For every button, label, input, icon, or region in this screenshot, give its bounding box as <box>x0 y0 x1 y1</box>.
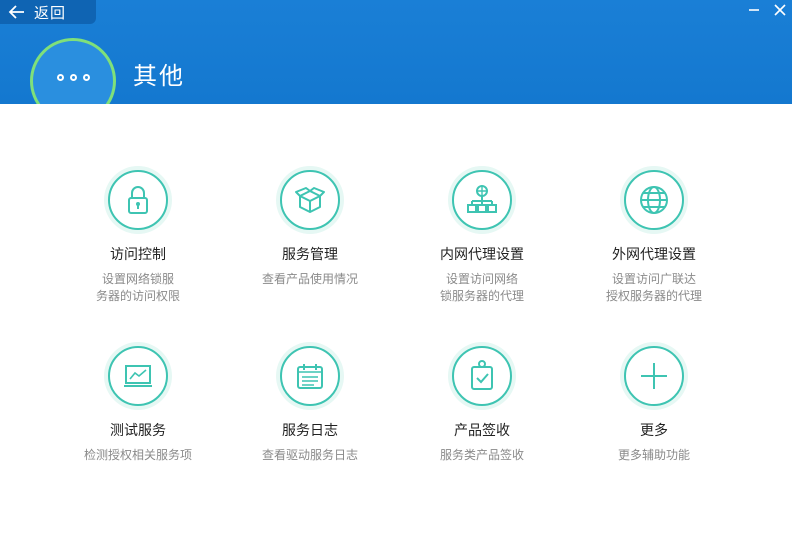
calendar-log-icon <box>297 364 323 389</box>
tile-name: 服务日志 <box>282 423 338 439</box>
tile-desc: 检测授权相关服务项 <box>83 448 192 462</box>
network-tree-icon <box>467 185 497 213</box>
page-title: 其他 <box>133 62 185 90</box>
tile-access-control[interactable]: 访问控制 设置网络锁服 务器的访问权限 <box>52 166 224 305</box>
tile-name: 产品签收 <box>454 423 510 439</box>
tile-name: 更多 <box>640 423 668 439</box>
tile-more[interactable]: 更多 更多辅助功能 <box>568 342 740 464</box>
tile-desc: 更多辅助功能 <box>617 448 690 462</box>
globe-icon <box>640 186 668 214</box>
tile-intranet-proxy[interactable]: 内网代理设置 设置访问网络 锁服务器的代理 <box>396 166 568 305</box>
more-dots-icon <box>56 74 90 81</box>
tile-test-service[interactable]: 测试服务 检测授权相关服务项 <box>52 342 224 464</box>
minimize-icon[interactable] <box>744 2 764 18</box>
tile-desc: 查看产品使用情况 <box>261 272 358 286</box>
tile-internet-proxy[interactable]: 外网代理设置 设置访问广联达 授权服务器的代理 <box>568 166 740 305</box>
plus-icon <box>641 363 667 389</box>
tile-desc: 查看驱动服务日志 <box>261 448 358 462</box>
arrow-left-icon <box>8 5 24 19</box>
tile-name: 外网代理设置 <box>612 247 696 263</box>
clipboard-check-icon <box>471 360 493 390</box>
tile-desc: 设置访问广联达 授权服务器的代理 <box>605 272 702 303</box>
tile-desc: 设置访问网络 锁服务器的代理 <box>439 272 524 303</box>
tile-service-management[interactable]: 服务管理 查看产品使用情况 <box>224 166 396 288</box>
tile-service-log[interactable]: 服务日志 查看驱动服务日志 <box>224 342 396 464</box>
monitor-chart-icon <box>124 365 152 387</box>
box-icon <box>295 187 325 213</box>
avatar <box>30 38 116 104</box>
tile-product-signoff[interactable]: 产品签收 服务类产品签收 <box>396 342 568 464</box>
lock-icon <box>128 186 148 214</box>
tile-desc: 设置网络锁服 务器的访问权限 <box>95 272 180 303</box>
back-label: 返回 <box>34 3 67 22</box>
tile-name: 内网代理设置 <box>440 247 524 263</box>
tile-name: 服务管理 <box>282 247 338 263</box>
tile-desc: 服务类产品签收 <box>439 448 524 462</box>
header-banner: 返回 其他 <box>0 0 792 104</box>
close-icon[interactable] <box>770 2 790 18</box>
tile-name: 测试服务 <box>110 423 166 439</box>
back-button[interactable]: 返回 <box>0 0 96 24</box>
tile-name: 访问控制 <box>110 247 166 263</box>
feature-grid: 访问控制 设置网络锁服 务器的访问权限 服务管理 查看产品使用情况 内网代理设置… <box>0 104 792 550</box>
